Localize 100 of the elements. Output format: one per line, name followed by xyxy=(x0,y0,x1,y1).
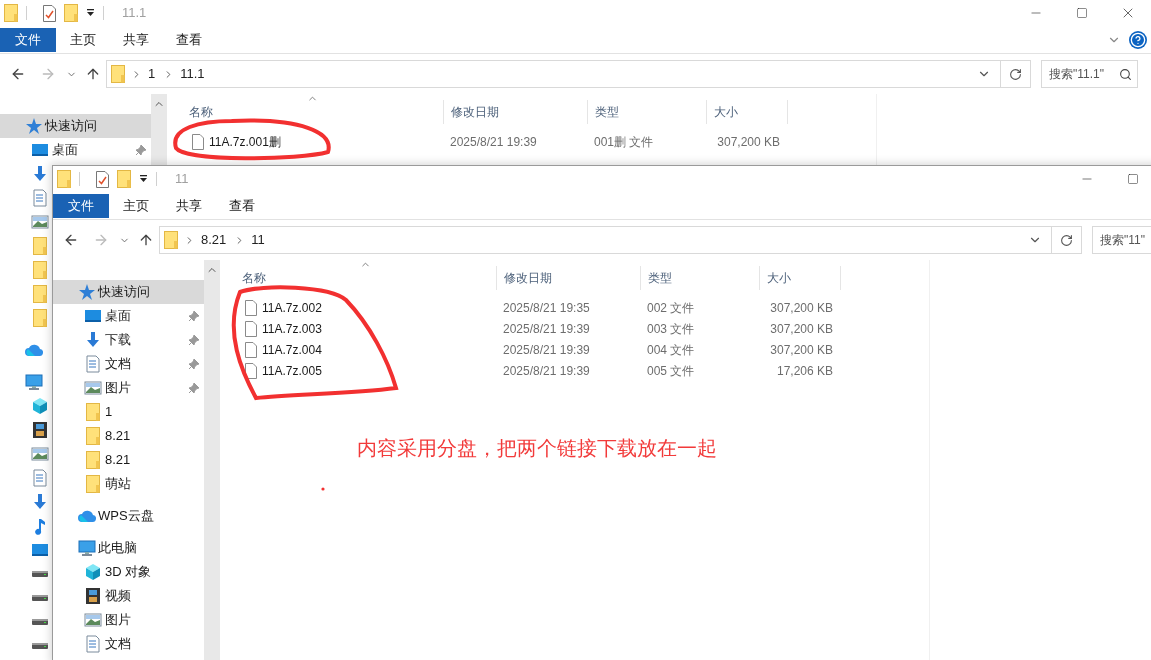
nav-item[interactable]: WPS云盘 xyxy=(53,504,204,528)
search-field[interactable]: 搜索"11" xyxy=(1092,226,1151,254)
nav-item[interactable]: 桌面 xyxy=(53,304,204,328)
column-header[interactable]: 类型 xyxy=(587,100,706,124)
dot-mark xyxy=(321,487,325,491)
dropdown-icon[interactable] xyxy=(139,175,148,183)
file-name[interactable]: 11A.7z.004 xyxy=(262,340,322,359)
ribbon-tab[interactable]: 查看 xyxy=(215,193,268,218)
drive-icon xyxy=(32,643,48,649)
ribbon-tab[interactable]: 文件 xyxy=(0,27,56,52)
nav-item[interactable]: 8.21 xyxy=(53,448,204,472)
star-icon xyxy=(25,117,43,135)
up-icon[interactable] xyxy=(85,66,101,82)
nav-item[interactable]: 文档 xyxy=(53,632,204,656)
nav-label: 文档 xyxy=(105,355,131,374)
address-bar[interactable]: 1 11.1 xyxy=(106,60,1031,88)
ribbon-tab[interactable]: 文件 xyxy=(53,193,109,218)
nav-label: 桌面 xyxy=(52,141,78,160)
column-header[interactable]: 名称 xyxy=(167,100,443,124)
file-icon xyxy=(245,362,257,379)
monitor-icon xyxy=(31,541,49,559)
forward-icon[interactable] xyxy=(93,232,109,248)
search-icon[interactable] xyxy=(1119,67,1132,81)
ribbon-tab[interactable]: 查看 xyxy=(162,27,215,52)
address-segment[interactable]: 11.1 xyxy=(180,64,205,84)
computer-icon xyxy=(25,373,43,391)
pin-icon[interactable] xyxy=(188,382,200,394)
size-cell-text: 307,200 KB xyxy=(717,133,780,151)
address-bar[interactable]: 8.21 11 xyxy=(159,226,1082,254)
nav-item[interactable]: 桌面 xyxy=(0,138,151,162)
back-icon[interactable] xyxy=(63,232,79,248)
cube-icon xyxy=(84,563,102,581)
file-name[interactable]: 11A.7z.005 xyxy=(262,361,322,380)
nav-item[interactable]: 快速访问 xyxy=(0,114,151,138)
maximize-icon[interactable] xyxy=(1127,173,1139,185)
address-segment[interactable]: 1 xyxy=(148,64,156,84)
column-header[interactable]: 修改日期 xyxy=(443,100,587,124)
ribbon-tab[interactable]: 主页 xyxy=(109,193,162,218)
nav-item[interactable]: 下载 xyxy=(53,328,204,352)
nav-item[interactable]: 1 xyxy=(53,400,204,424)
date-cell: 2025/8/21 19:39 xyxy=(503,363,590,378)
address-segment[interactable]: 8.21 xyxy=(201,230,227,250)
nav-item[interactable]: 萌站 xyxy=(53,472,204,496)
column-header[interactable]: 大小 xyxy=(706,100,788,124)
file-name[interactable]: 11A.7z.002 xyxy=(262,298,322,317)
folder-icon xyxy=(31,261,49,279)
column-header[interactable]: 类型 xyxy=(640,266,759,290)
maximize-icon[interactable] xyxy=(1076,7,1088,19)
size-cell-text: 17,206 KB xyxy=(776,362,833,380)
folder-icon xyxy=(31,237,49,255)
column-header[interactable]: 名称 xyxy=(220,266,496,290)
file-name[interactable]: 11A.7z.003 xyxy=(262,319,322,338)
nav-item[interactable]: 快速访问 xyxy=(53,280,204,304)
refresh-icon[interactable] xyxy=(1060,233,1073,247)
back-icon[interactable] xyxy=(10,66,26,82)
nav-item[interactable]: 视频 xyxy=(53,584,204,608)
ribbon-tab[interactable]: 主页 xyxy=(56,27,109,52)
ribbon-tab[interactable]: 共享 xyxy=(109,27,162,52)
forward-icon[interactable] xyxy=(40,66,56,82)
up-icon[interactable] xyxy=(138,232,154,248)
type-cell: 001删 文件 xyxy=(594,134,654,149)
picture-icon xyxy=(31,213,49,231)
address-segment[interactable]: 11 xyxy=(251,230,265,250)
refresh-icon[interactable] xyxy=(1009,67,1022,81)
folder-icon xyxy=(111,65,125,83)
pin-icon[interactable] xyxy=(188,358,200,370)
nav-item[interactable]: 图片 xyxy=(53,608,204,632)
film-icon xyxy=(31,421,49,439)
pin-icon[interactable] xyxy=(188,310,200,322)
nav-label: 此电脑 xyxy=(98,539,137,558)
nav-item[interactable]: 3D 对象 xyxy=(53,560,204,584)
pin-icon[interactable] xyxy=(188,334,200,346)
folder-icon xyxy=(84,427,102,445)
pin-icon[interactable] xyxy=(135,144,147,156)
folder-icon xyxy=(84,451,102,469)
date-cell: 2025/8/21 19:39 xyxy=(450,134,537,149)
dropdown-icon[interactable] xyxy=(86,9,95,17)
ribbon-tab[interactable]: 共享 xyxy=(162,193,215,218)
nav-item[interactable]: 文档 xyxy=(53,352,204,376)
nav-label: WPS云盘 xyxy=(98,507,154,526)
column-header[interactable]: 大小 xyxy=(759,266,841,290)
column-header[interactable]: 修改日期 xyxy=(496,266,640,290)
folder-icon xyxy=(117,170,131,188)
folder-icon xyxy=(64,4,78,22)
window-title: 11 xyxy=(175,170,189,189)
drive-icon xyxy=(32,595,48,601)
nav-label: 3D 对象 xyxy=(105,563,152,582)
search-field[interactable]: 搜索"11.1" xyxy=(1041,60,1138,88)
type-cell: 005 文件 xyxy=(647,363,695,378)
size-cell-text: 307,200 KB xyxy=(770,299,833,317)
file-name[interactable]: 11A.7z.001删 xyxy=(209,132,281,151)
file-icon xyxy=(192,133,204,150)
document-icon xyxy=(84,355,102,373)
nav-item[interactable]: 此电脑 xyxy=(53,536,204,560)
nav-item[interactable]: 8.21 xyxy=(53,424,204,448)
file-icon xyxy=(245,299,257,316)
nav-item[interactable]: 图片 xyxy=(53,376,204,400)
help-icon[interactable] xyxy=(1129,30,1147,49)
date-cell: 2025/8/21 19:35 xyxy=(503,300,590,315)
type-cell: 003 文件 xyxy=(647,321,695,336)
